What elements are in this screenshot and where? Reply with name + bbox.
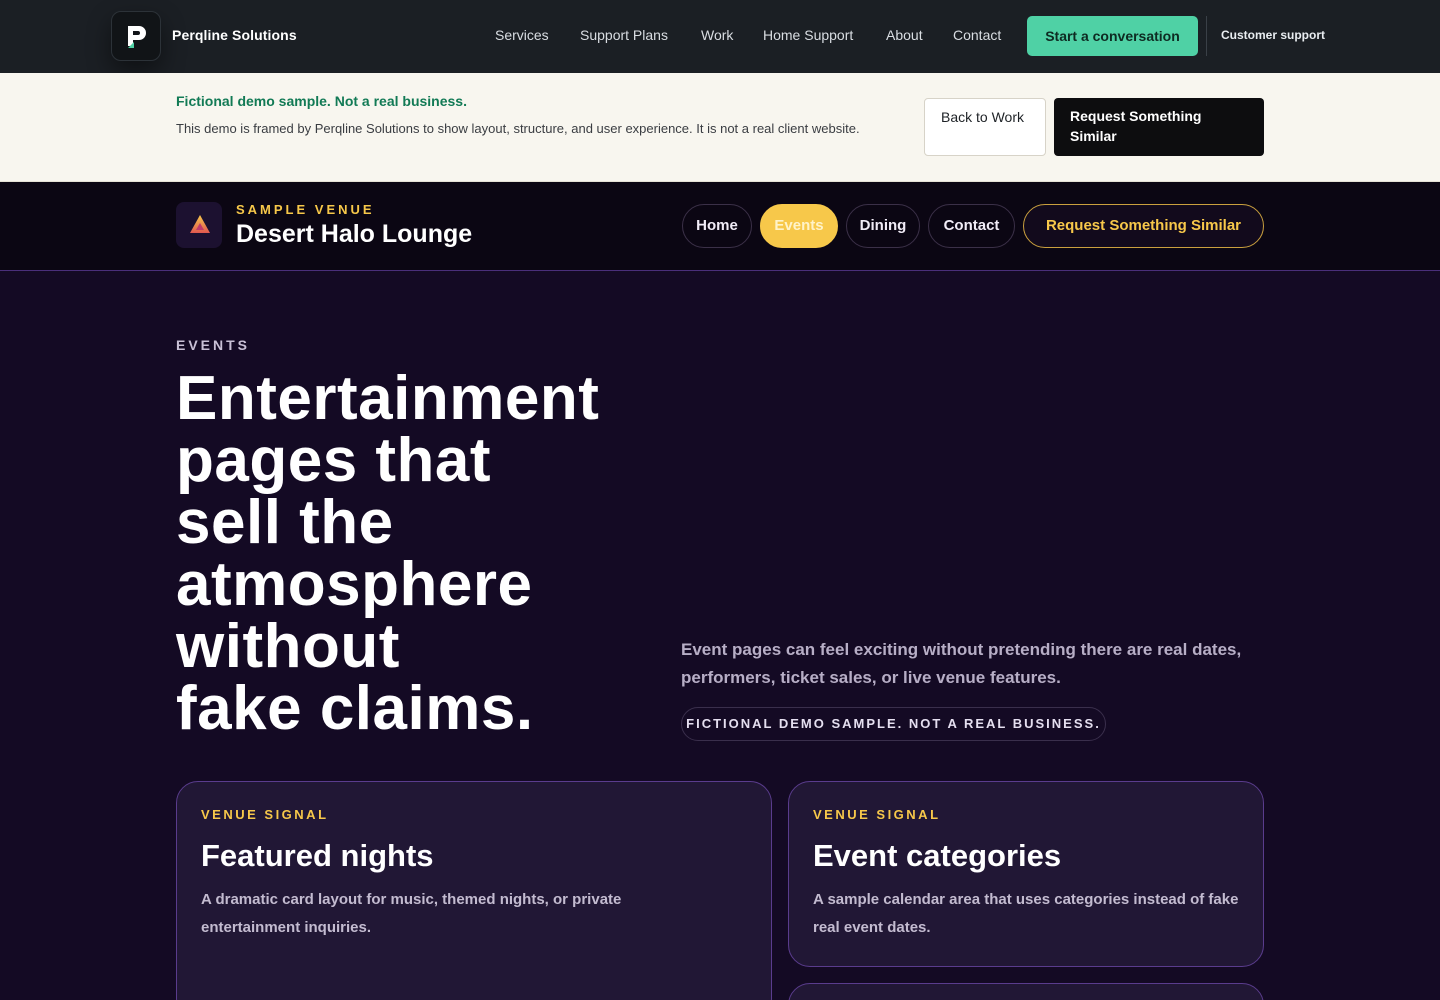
nav-home-support[interactable]: Home Support bbox=[763, 27, 853, 45]
card-title: Event categories bbox=[813, 838, 1062, 873]
start-conversation-button[interactable]: Start a conversation bbox=[1027, 16, 1198, 56]
venue-header: SAMPLE VENUE Desert Halo Lounge Home Eve… bbox=[0, 182, 1440, 271]
hero-title: Entertainment pages that sell the atmosp… bbox=[176, 368, 676, 740]
venue-nav-events[interactable]: Events bbox=[760, 204, 838, 248]
hero-subtitle: Event pages can feel exciting without pr… bbox=[681, 640, 1242, 687]
nav-support-plans[interactable]: Support Plans bbox=[580, 27, 668, 45]
card-text: A sample calendar area that uses categor… bbox=[813, 891, 1239, 936]
nav-work[interactable]: Work bbox=[701, 27, 733, 45]
notice-text: This demo is framed by Perqline Solution… bbox=[176, 121, 860, 136]
demo-badge: FICTIONAL DEMO SAMPLE. NOT A REAL BUSINE… bbox=[681, 707, 1106, 741]
brand-name[interactable]: Perqline Solutions bbox=[172, 27, 297, 43]
request-similar-button[interactable]: Request Something Similar bbox=[1054, 98, 1264, 156]
hero-title-line: without bbox=[176, 612, 400, 681]
hero-title-line: sell the bbox=[176, 488, 394, 557]
card-kicker: VENUE SIGNAL bbox=[813, 807, 941, 822]
triangle-halo-icon[interactable] bbox=[176, 202, 222, 248]
nav-about[interactable]: About bbox=[886, 27, 923, 45]
demo-notice: Fictional demo sample. Not a real busine… bbox=[0, 73, 1440, 182]
venue-nav-dining[interactable]: Dining bbox=[846, 204, 920, 248]
perqline-logo-icon[interactable] bbox=[111, 11, 161, 61]
card-featured-nights: VENUE SIGNAL Featured nights A dramatic … bbox=[176, 781, 772, 1000]
nav-services[interactable]: Services bbox=[495, 27, 549, 45]
venue-kicker: SAMPLE VENUE bbox=[236, 202, 375, 217]
card-event-categories: VENUE SIGNAL Event categories A sample c… bbox=[788, 781, 1264, 967]
card-kicker: VENUE SIGNAL bbox=[201, 807, 329, 822]
card-text: A dramatic card layout for music, themed… bbox=[201, 891, 622, 936]
card-partial bbox=[788, 983, 1264, 1000]
site-header: Perqline Solutions Services Support Plan… bbox=[0, 0, 1440, 73]
hero-kicker: EVENTS bbox=[176, 337, 251, 353]
hero-title-line: Entertainment bbox=[176, 364, 600, 433]
venue-request-similar-button[interactable]: Request Something Similar bbox=[1023, 204, 1264, 248]
hero-title-line: atmosphere bbox=[176, 550, 533, 619]
hero-title-line: fake claims. bbox=[176, 674, 534, 743]
header-divider bbox=[1206, 16, 1207, 56]
venue-name[interactable]: Desert Halo Lounge bbox=[236, 220, 472, 249]
customer-support-link[interactable]: Customer support bbox=[1221, 28, 1325, 42]
notice-title: Fictional demo sample. Not a real busine… bbox=[176, 93, 467, 109]
nav-contact[interactable]: Contact bbox=[953, 27, 1001, 45]
venue-nav-home[interactable]: Home bbox=[682, 204, 752, 248]
hero-title-line: pages that bbox=[176, 426, 492, 495]
card-title: Featured nights bbox=[201, 838, 434, 873]
back-to-work-button[interactable]: Back to Work bbox=[924, 98, 1046, 156]
venue-nav-contact[interactable]: Contact bbox=[928, 204, 1015, 248]
